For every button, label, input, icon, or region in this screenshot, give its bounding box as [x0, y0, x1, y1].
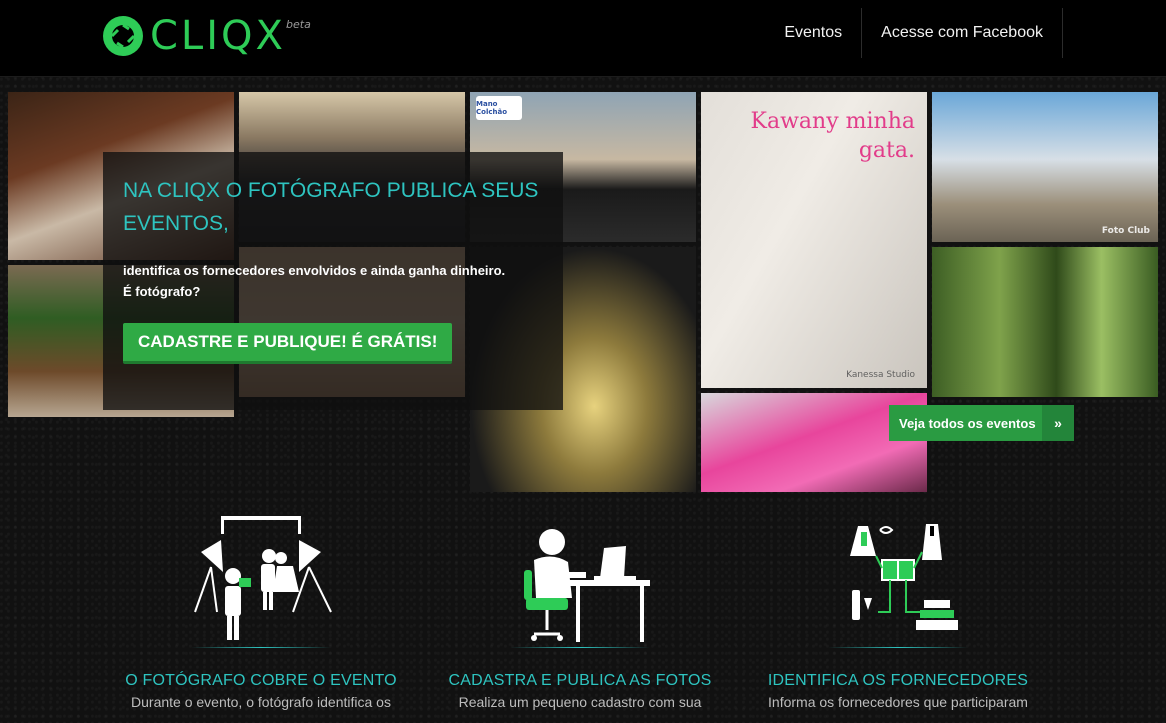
person-at-computer-icon [524, 529, 650, 642]
feature-text: Durante o evento, o fotógrafo identifica… [131, 694, 391, 710]
feature-title: CADASTRA E PUBLICA AS FOTOS [448, 672, 712, 689]
feature-divider [510, 647, 650, 648]
photo-bamboo-woman[interactable] [932, 247, 1158, 397]
logo-wordmark: CLIQX [150, 13, 286, 59]
photo-caption: Kawany minha gata. [750, 109, 915, 163]
feature-register-publish-photos: CADASTRA E PUBLICA AS FOTOS Realiza um p… [415, 512, 745, 710]
cliqx-logo[interactable]: CLIQX beta [102, 13, 311, 59]
suppliers-network-icon [850, 524, 958, 630]
photo-watermark: Foto Club [1101, 226, 1150, 236]
nav-divider [1062, 8, 1063, 58]
feature-text: Realiza um pequeno cadastro com sua [458, 694, 702, 710]
feature-photographer-covers-event: O FOTÓGRAFO COBRE O EVENTO Durante o eve… [96, 512, 426, 710]
photo-watermark: Kanessa Studio [846, 370, 915, 380]
signup-cta-button[interactable]: CADASTRE E PUBLIQUE! É GRÁTIS! [123, 323, 453, 364]
feature-identify-suppliers: IDENTIFICA OS FORNECEDORES Informa os fo… [733, 512, 1063, 710]
nav-eventos[interactable]: Eventos [765, 8, 861, 58]
feature-divider [191, 647, 331, 648]
feature-divider [828, 647, 968, 648]
feature-title: O FOTÓGRAFO COBRE O EVENTO [125, 672, 397, 689]
hero-panel: NA CLIQX O FOTÓGRAFO PUBLICA SEUS EVENTO… [103, 152, 563, 410]
camera-shutter-icon [103, 16, 143, 56]
hero-line-2: É fotógrafo? [123, 284, 201, 299]
photo-girl-portrait[interactable]: Kawany minha gata. Kanessa Studio [701, 92, 927, 388]
photo-street-dancer[interactable]: Foto Club [932, 92, 1158, 242]
double-chevron-right-icon: » [1042, 405, 1074, 441]
feature-title: IDENTIFICA OS FORNECEDORES [767, 672, 1029, 689]
view-all-events-label: Veja todos os eventos [899, 415, 1036, 431]
photographer-studio-icon [194, 516, 332, 640]
feature-text: Informa os fornecedores que participaram [768, 694, 1028, 710]
hero-line-1: identifica os fornecedores envolvidos e … [123, 263, 506, 278]
view-all-events-button[interactable]: Veja todos os eventos » [889, 405, 1074, 441]
nav-facebook-login[interactable]: Acesse com Facebook [862, 8, 1062, 58]
top-navigation-bar: CLIQX beta Eventos Acesse com Facebook [0, 0, 1166, 77]
main-nav: Eventos Acesse com Facebook [765, 8, 1063, 58]
hero-description: identifica os fornecedores envolvidos e … [123, 260, 563, 302]
hero-title: NA CLIQX O FOTÓGRAFO PUBLICA SEUS EVENTO… [123, 179, 539, 235]
brand-badge: Mano Colchão [476, 96, 522, 120]
beta-label: beta [286, 18, 311, 31]
